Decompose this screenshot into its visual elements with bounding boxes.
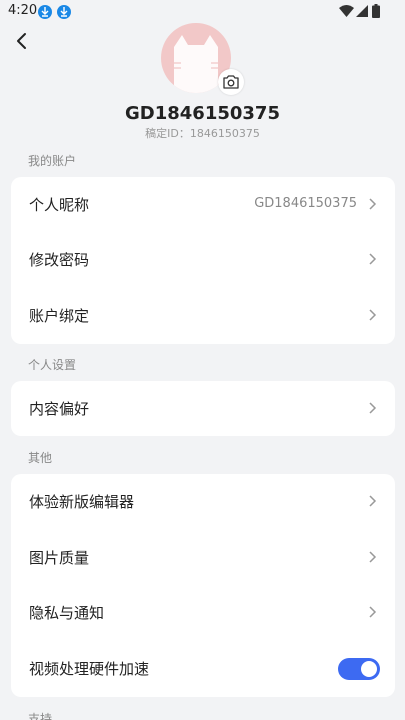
row-label: 账户绑定	[29, 307, 90, 325]
account-card: 个人昵称 GD1846150375 修改密码 账户绑定	[11, 177, 395, 344]
signal-icon	[356, 5, 368, 17]
download-notification-icon	[57, 5, 71, 19]
download-notification-icon	[38, 5, 52, 19]
image-quality-row[interactable]: 图片质量	[11, 530, 395, 586]
chevron-right-icon	[369, 606, 377, 618]
section-title-personal: 个人设置	[28, 358, 77, 372]
account-settings-screen: 4:20 GD1846150375 稿定ID：1846150375 我的账户 个…	[0, 0, 405, 720]
toggle-knob	[361, 661, 377, 677]
profile-name: GD1846150375	[125, 103, 280, 124]
status-bar: 4:20	[0, 0, 405, 24]
status-time: 4:20	[8, 3, 38, 18]
chevron-right-icon	[369, 198, 377, 210]
change-avatar-button[interactable]	[218, 69, 244, 95]
chevron-right-icon	[369, 402, 377, 414]
back-button[interactable]	[10, 28, 36, 54]
nickname-row[interactable]: 个人昵称 GD1846150375	[11, 177, 395, 233]
content-preference-row[interactable]: 内容偏好	[11, 381, 395, 436]
back-arrow-icon	[17, 33, 26, 49]
camera-icon	[223, 75, 239, 89]
account-binding-row[interactable]: 账户绑定	[11, 288, 395, 344]
section-title-support: 支持	[28, 712, 53, 720]
row-label: 修改密码	[29, 251, 90, 269]
chevron-right-icon	[369, 309, 377, 321]
new-editor-row[interactable]: 体验新版编辑器	[11, 474, 395, 530]
personal-settings-card: 内容偏好	[11, 381, 395, 436]
profile-id: 稿定ID：1846150375	[145, 127, 260, 140]
battery-icon	[372, 4, 380, 18]
change-password-row[interactable]: 修改密码	[11, 232, 395, 288]
other-card: 体验新版编辑器 图片质量 隐私与通知 视频处理硬件加速	[11, 474, 395, 697]
privacy-notification-row[interactable]: 隐私与通知	[11, 585, 395, 641]
chevron-right-icon	[369, 253, 377, 265]
row-label: 隐私与通知	[29, 604, 105, 622]
chevron-right-icon	[369, 495, 377, 507]
row-label: 个人昵称	[29, 196, 90, 214]
row-label: 视频处理硬件加速	[29, 660, 150, 678]
chevron-right-icon	[369, 551, 377, 563]
hardware-acceleration-toggle[interactable]	[338, 658, 380, 680]
row-label: 体验新版编辑器	[29, 493, 135, 511]
row-label: 内容偏好	[29, 400, 90, 418]
wifi-icon	[339, 5, 354, 17]
section-title-account: 我的账户	[28, 154, 77, 168]
nickname-value: GD1846150375	[254, 196, 357, 211]
row-label: 图片质量	[29, 549, 90, 567]
hardware-acceleration-row: 视频处理硬件加速	[11, 641, 395, 697]
section-title-other: 其他	[28, 451, 53, 465]
